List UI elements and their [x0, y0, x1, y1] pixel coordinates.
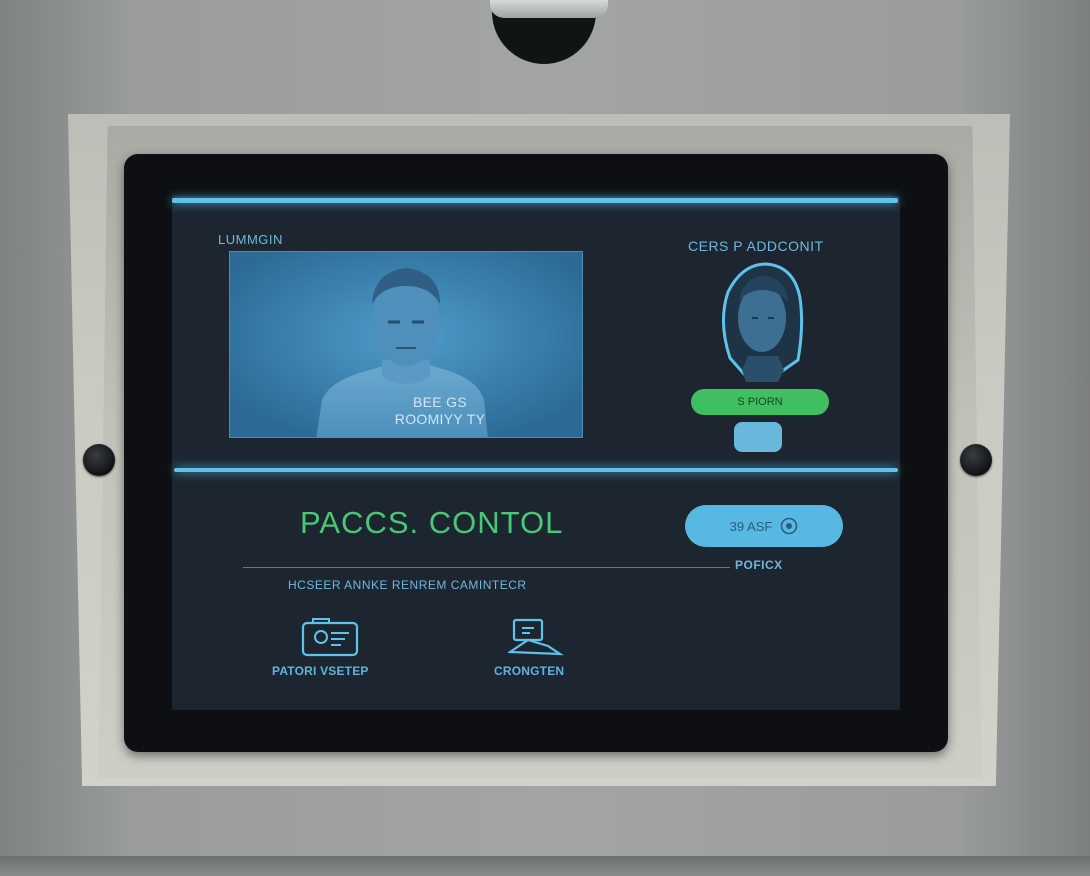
feed-overlay-line2: ROOMIYY TY	[394, 411, 486, 427]
face-scan-icon	[721, 262, 804, 382]
subtitle-text: HCSEER ANNKE RENREM CAMINTECR	[288, 578, 527, 592]
feed-label: LUMMGIN	[218, 232, 283, 247]
status-pill[interactable]: S PIORN	[691, 389, 829, 415]
action-button-label: 39 ASF	[729, 518, 773, 534]
small-toggle-button[interactable]	[734, 422, 782, 452]
action-caption: POFICX	[735, 558, 783, 572]
id-card-icon-graphic	[301, 618, 359, 657]
id-card-icon[interactable]	[301, 617, 361, 664]
id-card-label: PATORI VSETEP	[272, 664, 369, 678]
camera-feed[interactable]: BEE GS ROOMIYY TY	[229, 251, 583, 438]
connection-icon-graphic	[506, 618, 564, 656]
mid-glow-line	[174, 468, 898, 472]
top-glow-line	[172, 198, 898, 203]
camera-bracket	[490, 0, 608, 18]
section-divider	[243, 567, 730, 568]
access-control-title: PACCS. CONTOL	[300, 505, 564, 540]
left-screw	[83, 444, 115, 476]
connection-label: CRONGTEN	[494, 664, 565, 678]
profile-portrait	[716, 262, 804, 384]
feed-overlay-text: BEE GS ROOMIYY TY	[380, 394, 500, 428]
action-button[interactable]: 39 ASF	[685, 505, 843, 547]
circle-arrow-icon	[781, 517, 798, 535]
profile-label: CERS P ADDCONIT	[688, 238, 824, 254]
connection-icon[interactable]	[506, 618, 564, 663]
right-screw	[960, 444, 992, 476]
feed-overlay-line1: BEE GS	[413, 394, 467, 410]
wall-baseboard	[0, 856, 1090, 876]
